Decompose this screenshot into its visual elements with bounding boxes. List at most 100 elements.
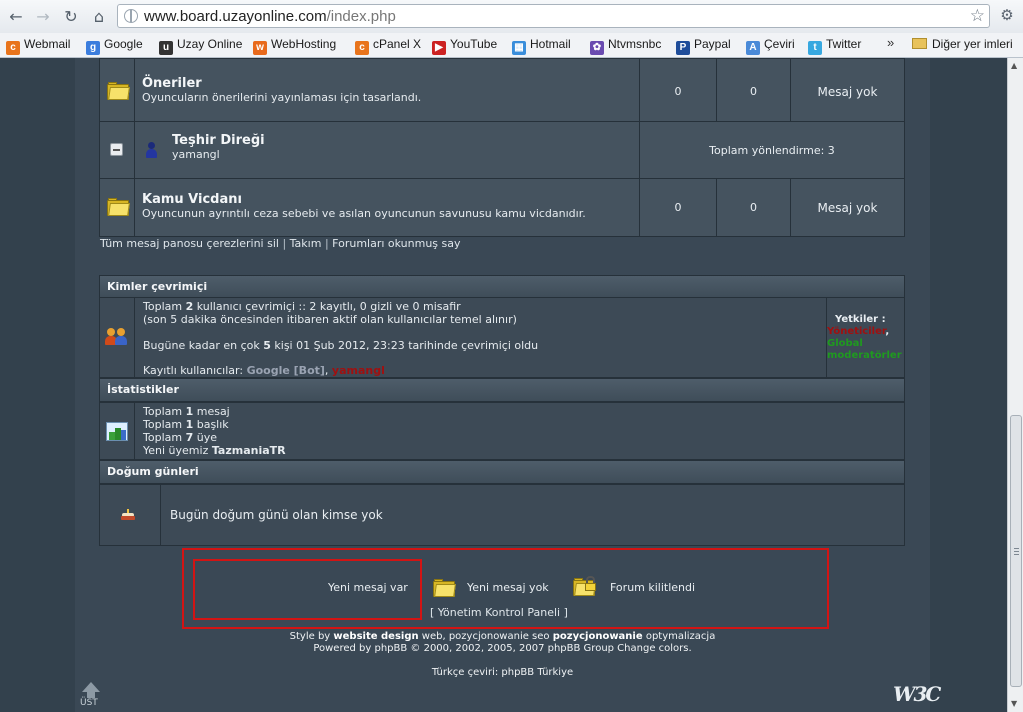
back-icon[interactable]: ←: [5, 6, 27, 28]
birthday-icon-cell: [99, 484, 161, 546]
newest-member-link[interactable]: TazmaniaTR: [212, 444, 286, 457]
legend-moderators-1[interactable]: Global: [827, 338, 863, 349]
globe-icon: [124, 9, 138, 23]
forward-icon[interactable]: →: [32, 6, 54, 28]
link-icon: [110, 143, 123, 156]
cpanel-icon: c: [355, 41, 369, 55]
left-margin: [0, 58, 75, 712]
forum-title[interactable]: Kamu Vicdanı: [142, 192, 242, 207]
bookmark-google[interactable]: g Google: [86, 37, 143, 55]
birthday-details: Bugün doğum günü olan kimse yok: [160, 484, 905, 546]
posts-count-cell: 0: [716, 178, 791, 237]
bookmark-webhosting[interactable]: w WebHosting: [253, 37, 336, 55]
stats-header: İstatistikler: [99, 378, 905, 402]
last-post: Mesaj yok: [817, 201, 878, 215]
wrench-icon[interactable]: ⚙: [996, 6, 1018, 28]
style-credit: Style by website design web, pozycjonowa…: [289, 631, 716, 642]
bookmark-twitter[interactable]: t Twitter: [808, 37, 861, 55]
right-margin: [930, 58, 1007, 712]
cake-icon: [121, 509, 135, 520]
users-icon: [105, 326, 129, 346]
stats-details: Toplam 1 mesaj Toplam 1 başlık Toplam 7 …: [134, 402, 905, 460]
forum-icon-cell: [99, 178, 135, 237]
translation-credit: Türkçe çeviri: phpBB Türkiye: [431, 667, 574, 678]
forum-row-kamu-vicdani[interactable]: Kamu Vicdanı Oyuncunun ayrıntılı ceza se…: [134, 178, 640, 237]
team-link[interactable]: Takım: [290, 237, 322, 250]
user-yamangl[interactable]: yamangl: [332, 364, 385, 377]
stats-posts: Toplam 1 mesaj: [143, 405, 230, 418]
posts-count: 0: [750, 201, 757, 214]
delete-cookies-link[interactable]: Tüm mesaj panosu çerezlerini sil: [100, 237, 279, 250]
acp-link[interactable]: [ Yönetim Kontrol Paneli ]: [430, 606, 568, 619]
home-icon[interactable]: ⌂: [88, 6, 110, 28]
url-text: www.board.uzayonline.com/index.php: [144, 8, 396, 25]
scroll-up-icon[interactable]: ▲: [1011, 61, 1017, 70]
online-legend: Yetkiler : Yöneticiler, Global moderatör…: [826, 297, 905, 378]
twitter-icon: t: [808, 41, 822, 55]
online-record: Bugüne kadar en çok 5 kişi 01 Şub 2012, …: [143, 339, 539, 352]
bookmark-youtube[interactable]: ▶ YouTube: [432, 37, 497, 55]
reload-icon[interactable]: ↻: [60, 6, 82, 28]
address-bar[interactable]: www.board.uzayonline.com/index.php ☆: [117, 4, 990, 28]
forum-description: Oyuncuların önerilerini yayınlaması için…: [142, 91, 422, 104]
star-icon[interactable]: ☆: [970, 6, 985, 26]
bookmark-hotmail[interactable]: ▦ Hotmail: [512, 37, 571, 55]
legend-moderators-2[interactable]: moderatörler: [827, 350, 902, 361]
forum-title[interactable]: Teşhir Direği: [172, 133, 265, 148]
folder-icon: [433, 579, 456, 597]
stats-icon-cell: [99, 402, 135, 460]
forum-row-teshir-diregi[interactable]: Teşhir Direği yamangl: [134, 121, 640, 179]
stats-users: Toplam 7 üye: [143, 431, 217, 444]
user-icon: [145, 142, 157, 158]
scroll-down-icon[interactable]: ▼: [1011, 699, 1017, 708]
online-total: Toplam 2 kullanıcı çevrimiçi :: 2 kayıtl…: [143, 300, 461, 313]
bookmarks-overflow-chevron[interactable]: »: [887, 35, 894, 50]
posts-count-cell: 0: [716, 58, 791, 122]
folder-icon: [912, 38, 927, 49]
folder-icon: [107, 82, 130, 100]
legend-locked: Forum kilitlendi: [610, 581, 696, 594]
bookmark-cpanel-x[interactable]: c cPanel X: [355, 37, 421, 55]
w3c-logo[interactable]: W3C: [893, 682, 941, 706]
legend-no-new-posts: Yeni mesaj yok: [467, 581, 549, 594]
last-post: Mesaj yok: [817, 85, 878, 99]
bookmark-webmail[interactable]: c Webmail: [6, 37, 70, 55]
last-post-cell: Mesaj yok: [790, 178, 905, 237]
forum-title[interactable]: Öneriler: [142, 76, 202, 91]
scrollbar-thumb[interactable]: [1010, 415, 1022, 687]
browser-chrome: ← → ↻ ⌂ www.board.uzayonline.com/index.p…: [0, 0, 1023, 58]
windows-icon: ▦: [512, 41, 526, 55]
forum-icon-cell: [99, 58, 135, 122]
cpanel-icon: c: [6, 41, 20, 55]
google-icon: g: [86, 41, 100, 55]
scroll-top-button[interactable]: ÜST: [79, 682, 103, 712]
website-design-link[interactable]: website design: [333, 631, 418, 642]
bookmark-paypal[interactable]: P Paypal: [676, 37, 731, 55]
vertical-scrollbar[interactable]: ▲ ▼: [1007, 58, 1023, 712]
uzay-icon: u: [159, 41, 173, 55]
user-google-bot[interactable]: Google [Bot]: [247, 364, 325, 377]
redirect-count: Toplam yönlendirme: 3: [709, 144, 835, 157]
locked-folder-icon: [573, 576, 597, 598]
webhosting-icon: w: [253, 41, 267, 55]
mark-read-link[interactable]: Forumları okunmuş say: [332, 237, 460, 250]
posts-count: 0: [750, 85, 757, 98]
online-details: Toplam 2 kullanıcı çevrimiçi :: 2 kayıtl…: [134, 297, 827, 378]
chart-icon: [106, 422, 128, 441]
forum-row-oneriler[interactable]: Öneriler Oyuncuların önerilerini yayınla…: [134, 58, 640, 122]
topics-count-cell: 0: [639, 178, 717, 237]
bookmark-uzay-online[interactable]: u Uzay Online: [159, 37, 242, 55]
legend-admins[interactable]: Yöneticiler,: [827, 326, 889, 337]
birthdays-header: Doğum günleri: [99, 460, 905, 484]
folder-icon: [107, 198, 130, 216]
forum-description: yamangl: [172, 148, 220, 161]
stats-topics: Toplam 1 başlık: [143, 418, 229, 431]
bookmark-ceviri[interactable]: A Çeviri: [746, 37, 795, 55]
browser-toolbar: ← → ↻ ⌂ www.board.uzayonline.com/index.p…: [0, 0, 1023, 33]
topics-count-cell: 0: [639, 58, 717, 122]
pozycjonowanie-link[interactable]: pozycjonowanie: [553, 631, 643, 642]
bookmark-ntvmsnbc[interactable]: ✿ Ntvmsnbc: [590, 37, 661, 55]
legend-title: Yetkiler :: [835, 314, 886, 325]
birthday-text: Bugün doğum günü olan kimse yok: [170, 508, 383, 522]
other-bookmarks[interactable]: Diğer yer imleri: [912, 37, 1013, 51]
